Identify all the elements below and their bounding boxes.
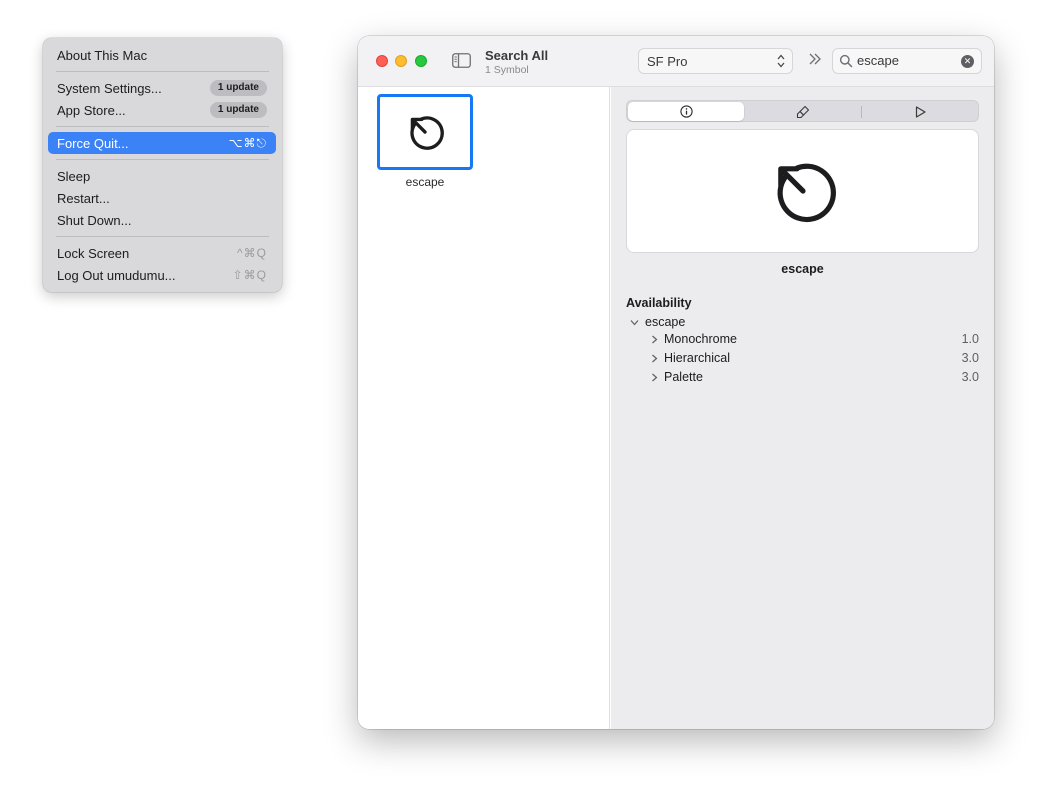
menu-separator (56, 126, 269, 127)
menu-item-label: Shut Down... (57, 212, 132, 228)
menu-separator (56, 236, 269, 237)
menu-item-label: App Store... (57, 102, 126, 118)
menu-item-shut-down[interactable]: Shut Down... (48, 209, 276, 231)
paintbrush-icon (796, 105, 810, 118)
tab-info[interactable] (628, 102, 744, 121)
menu-item-lock-screen[interactable]: Lock Screen ^⌘Q (48, 242, 276, 264)
menu-item-label: Force Quit... (57, 135, 129, 151)
menu-item-label: Log Out umudumu... (57, 267, 176, 283)
escape-icon (410, 116, 444, 150)
close-window-button[interactable] (376, 55, 388, 67)
menu-item-label: System Settings... (57, 80, 162, 96)
menu-item-label: About This Mac (57, 47, 148, 63)
availability-row-monochrome[interactable]: Monochrome 1.0 (626, 332, 979, 349)
minimize-window-button[interactable] (395, 55, 407, 67)
version-label: 1.0 (961, 332, 979, 346)
shortcut-label: ^⌘Q (237, 246, 267, 260)
play-icon (915, 105, 926, 118)
chevron-right-icon (652, 335, 658, 344)
shortcut-label: ⌥⌘⎋ (228, 135, 267, 150)
rendering-mode-label: Monochrome (664, 332, 737, 346)
preview-symbol-name: escape (781, 262, 824, 276)
tab-animation[interactable] (862, 102, 978, 121)
shortcut-label: ⇧⌘Q (232, 268, 267, 282)
clear-search-icon[interactable]: ✕ (961, 55, 974, 68)
menu-separator (56, 159, 269, 160)
window-subtitle: 1 Symbol (485, 64, 529, 76)
menu-item-about-this-mac[interactable]: About This Mac (48, 44, 276, 66)
apple-menu: About This Mac System Settings... 1 upda… (43, 38, 282, 292)
sf-symbols-window: Search All 1 Symbol SF Pro ✕ (358, 36, 994, 729)
menu-item-label: Sleep (57, 168, 91, 184)
sidebar-toggle-icon[interactable] (452, 53, 471, 68)
chevron-down-icon (630, 320, 639, 326)
availability-symbol-row[interactable]: escape (626, 315, 979, 332)
menu-item-force-quit[interactable]: Force Quit... ⌥⌘⎋ (48, 132, 276, 154)
availability-symbol-name: escape (645, 315, 686, 329)
symbol-tile-escape[interactable] (377, 94, 473, 170)
menu-item-log-out[interactable]: Log Out umudumu... ⇧⌘Q (48, 264, 276, 286)
tab-rendering[interactable] (745, 102, 861, 121)
menu-item-app-store[interactable]: App Store... 1 update (48, 99, 276, 121)
version-label: 3.0 (961, 370, 979, 384)
font-select[interactable]: SF Pro (638, 48, 793, 74)
menu-item-label: Restart... (57, 190, 110, 206)
symbol-grid: escape (358, 87, 610, 729)
menu-item-sleep[interactable]: Sleep (48, 165, 276, 187)
availability-row-palette[interactable]: Palette 3.0 (626, 370, 979, 387)
menu-item-restart[interactable]: Restart... (48, 187, 276, 209)
overflow-chevrons-icon[interactable] (808, 52, 822, 66)
inspector-tabs (626, 100, 979, 122)
availability-row-hierarchical[interactable]: Hierarchical 3.0 (626, 351, 979, 368)
rendering-mode-label: Palette (664, 370, 703, 384)
font-select-value: SF Pro (647, 53, 688, 69)
info-icon (679, 105, 693, 118)
window-title: Search All (485, 48, 549, 63)
escape-icon (777, 163, 836, 223)
chevron-right-icon (652, 354, 658, 363)
inspector-pane: escape Availability escape Monochrome 1.… (611, 87, 994, 729)
zoom-window-button[interactable] (415, 55, 427, 67)
rendering-mode-label: Hierarchical (664, 351, 730, 365)
update-badge: 1 update (209, 80, 267, 96)
chevron-right-icon (652, 373, 658, 382)
chevron-updown-icon (777, 54, 785, 68)
version-label: 3.0 (961, 351, 979, 365)
update-badge: 1 update (209, 102, 267, 118)
menu-item-label: Lock Screen (57, 245, 130, 261)
menu-separator (56, 71, 269, 72)
menu-item-system-settings[interactable]: System Settings... 1 update (48, 77, 276, 99)
availability-heading: Availability (626, 296, 692, 310)
titlebar: Search All 1 Symbol SF Pro ✕ (358, 36, 994, 87)
search-input[interactable] (857, 53, 957, 68)
search-field: ✕ (832, 48, 982, 74)
search-icon (839, 54, 853, 68)
symbol-name: escape (405, 175, 445, 189)
symbol-preview (626, 129, 979, 253)
